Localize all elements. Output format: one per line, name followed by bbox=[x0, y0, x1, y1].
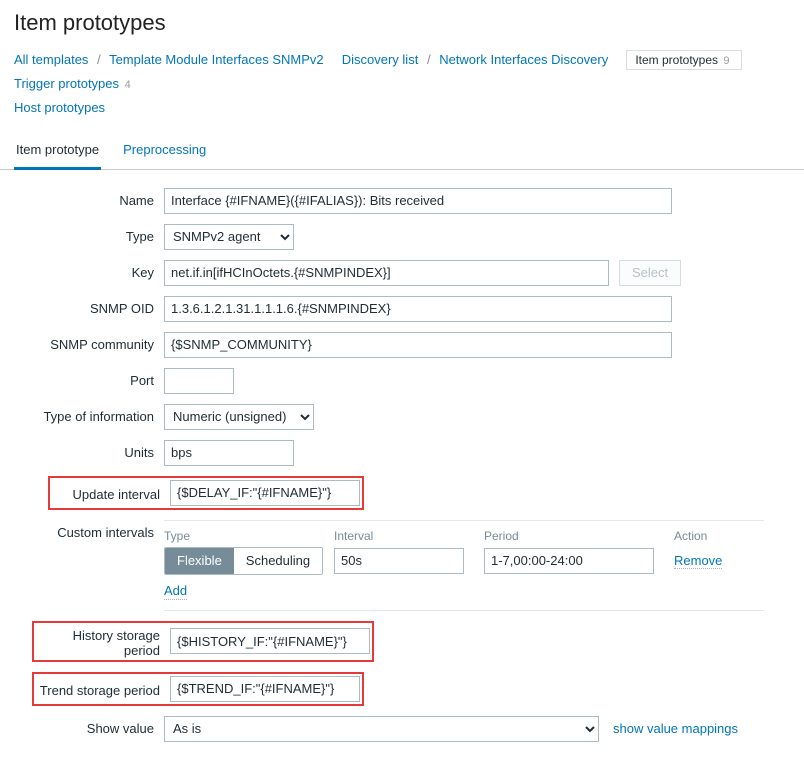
ci-remove-link[interactable]: Remove bbox=[674, 553, 722, 569]
label-update-interval: Update interval bbox=[52, 484, 170, 502]
ci-header-interval: Interval bbox=[334, 529, 484, 543]
key-input[interactable] bbox=[164, 260, 609, 286]
page-title: Item prototypes bbox=[0, 0, 804, 44]
ci-add-link[interactable]: Add bbox=[164, 583, 187, 600]
breadcrumb-host-prototypes[interactable]: Host prototypes bbox=[14, 100, 105, 115]
trend-input[interactable] bbox=[170, 676, 360, 702]
breadcrumb-discovery-list[interactable]: Discovery list bbox=[342, 52, 419, 67]
ci-header-type: Type bbox=[164, 529, 334, 543]
snmp-oid-input[interactable] bbox=[164, 296, 672, 322]
show-value-select[interactable]: As is bbox=[164, 716, 599, 742]
highlight-history: History storage period bbox=[32, 621, 374, 662]
custom-intervals-table: Type Interval Period Action Flexible Sch… bbox=[164, 520, 764, 611]
label-info-type: Type of information bbox=[14, 404, 164, 424]
ci-header-action: Action bbox=[674, 529, 764, 543]
type-select[interactable]: SNMPv2 agent bbox=[164, 224, 294, 250]
breadcrumb: All templates / Template Module Interfac… bbox=[0, 44, 804, 127]
label-trend: Trend storage period bbox=[36, 680, 170, 698]
tabs: Item prototype Preprocessing bbox=[0, 131, 804, 170]
breadcrumb-template[interactable]: Template Module Interfaces SNMPv2 bbox=[109, 52, 324, 67]
divider bbox=[164, 610, 764, 611]
history-input[interactable] bbox=[170, 628, 370, 654]
breadcrumb-current-count: 9 bbox=[721, 55, 729, 67]
breadcrumb-trigger-prototypes[interactable]: Trigger prototypes bbox=[14, 76, 119, 91]
ci-type-segmented: Flexible Scheduling bbox=[164, 547, 323, 575]
label-show-value: Show value bbox=[14, 716, 164, 736]
snmp-community-input[interactable] bbox=[164, 332, 672, 358]
update-interval-input[interactable] bbox=[170, 480, 360, 506]
label-history: History storage period bbox=[36, 625, 170, 658]
label-port: Port bbox=[14, 368, 164, 388]
breadcrumb-sep: / bbox=[422, 52, 436, 67]
ci-type-scheduling[interactable]: Scheduling bbox=[234, 548, 322, 574]
label-snmp-oid: SNMP OID bbox=[14, 296, 164, 316]
tab-preprocessing[interactable]: Preprocessing bbox=[121, 132, 208, 170]
show-value-mappings-link[interactable]: show value mappings bbox=[613, 716, 738, 736]
ci-header: Type Interval Period Action bbox=[164, 525, 764, 547]
tab-item-prototype[interactable]: Item prototype bbox=[14, 132, 101, 170]
divider bbox=[164, 520, 764, 521]
select-button[interactable]: Select bbox=[619, 260, 681, 286]
ci-header-period: Period bbox=[484, 529, 674, 543]
label-type: Type bbox=[14, 224, 164, 244]
ci-period-input[interactable] bbox=[484, 548, 654, 574]
highlight-update-interval: Update interval bbox=[48, 476, 364, 510]
label-units: Units bbox=[14, 440, 164, 460]
ci-type-flexible[interactable]: Flexible bbox=[165, 548, 234, 574]
ci-interval-input[interactable] bbox=[334, 548, 464, 574]
breadcrumb-current: Item prototypes 9 bbox=[626, 50, 742, 70]
breadcrumb-all-templates[interactable]: All templates bbox=[14, 52, 88, 67]
breadcrumb-discovery-rule[interactable]: Network Interfaces Discovery bbox=[439, 52, 608, 67]
label-key: Key bbox=[14, 260, 164, 280]
name-input[interactable] bbox=[164, 188, 672, 214]
label-custom-intervals: Custom intervals bbox=[14, 520, 164, 540]
label-name: Name bbox=[14, 188, 164, 208]
trigger-prototypes-count: 4 bbox=[123, 79, 131, 91]
highlight-trend: Trend storage period bbox=[32, 672, 364, 706]
info-type-select[interactable]: Numeric (unsigned) bbox=[164, 404, 314, 430]
ci-row: Flexible Scheduling Remove bbox=[164, 547, 764, 575]
port-input[interactable] bbox=[164, 368, 234, 394]
label-snmp-community: SNMP community bbox=[14, 332, 164, 352]
units-input[interactable] bbox=[164, 440, 294, 466]
form: Name Type SNMPv2 agent Key Select SNMP O… bbox=[0, 170, 804, 760]
breadcrumb-current-label: Item prototypes bbox=[635, 53, 718, 67]
breadcrumb-sep: / bbox=[92, 52, 106, 67]
